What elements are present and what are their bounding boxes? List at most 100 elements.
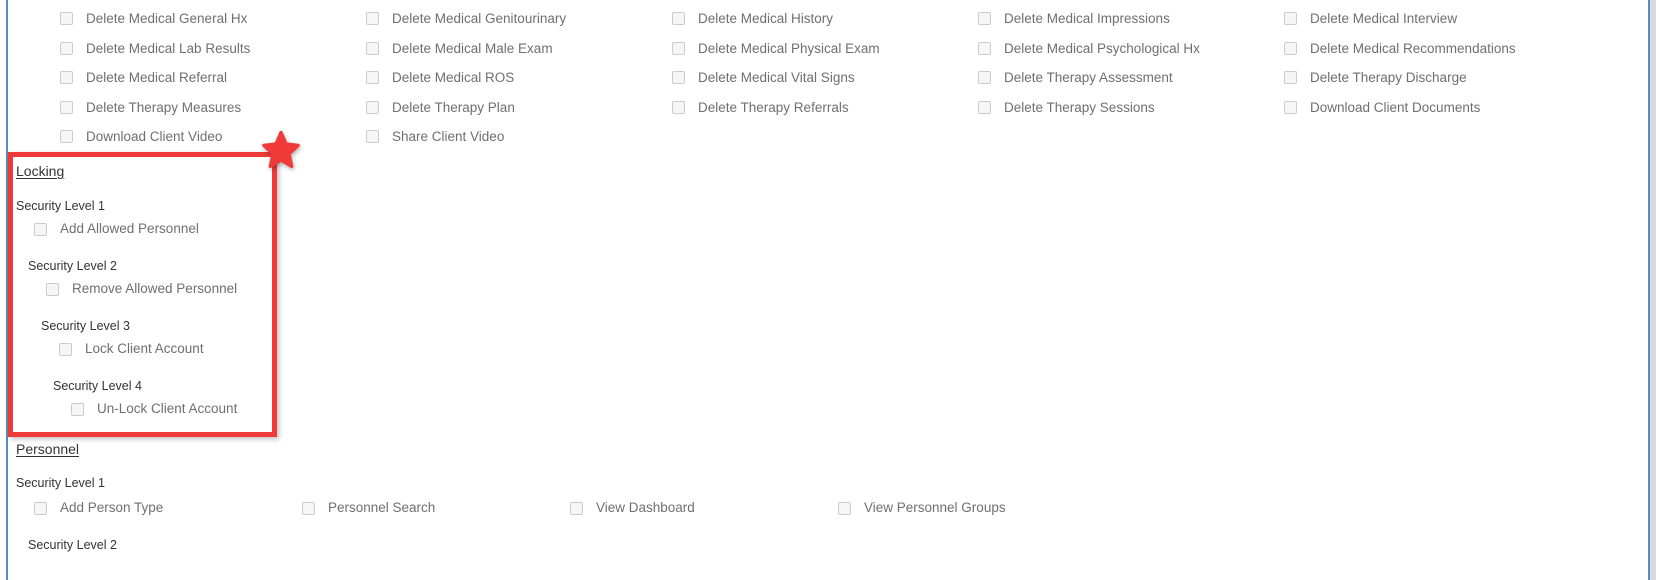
permission-item[interactable]: Personnel Search [302,497,570,519]
permission-checkbox[interactable] [978,12,991,26]
permission-checkbox[interactable] [34,222,47,236]
permission-item[interactable]: View Dashboard [570,497,838,519]
permission-label: Delete Medical Interview [1310,11,1458,26]
permission-label: Delete Medical Physical Exam [698,40,880,56]
permission-checkbox[interactable] [60,130,73,144]
permission-item[interactable]: Delete Therapy Referrals [672,93,978,123]
permissions-page: Delete Medical General Hx Delete Medical … [0,0,1656,580]
permission-checkbox[interactable] [366,130,379,144]
permission-item[interactable]: Delete Medical Male Exam [366,34,672,64]
permission-row: Download Client Video Share Client Video [60,122,1640,152]
permission-checkbox[interactable] [366,41,379,55]
permission-item[interactable]: Delete Therapy Sessions [978,93,1284,123]
permission-checkbox[interactable] [1284,41,1297,55]
permission-item[interactable]: Delete Medical Interview [1284,4,1590,34]
permission-label: Delete Therapy Plan [392,99,515,115]
permission-label: Remove Allowed Personnel [72,281,238,297]
security-level-label: Security Level 2 [28,538,117,552]
permission-row: Delete Medical Lab Results Delete Medical… [60,34,1640,64]
permission-label: Delete Medical ROS [392,70,515,85]
permission-item[interactable]: Share Client Video [366,122,672,152]
locking-security-level-group: Security Level 3 Lock Client Account [16,319,266,359]
permission-checkbox[interactable] [1284,100,1297,114]
locking-security-level-group: Security Level 4 Un-Lock Client Account [16,379,266,419]
permission-item[interactable]: Add Allowed Personnel [34,219,266,239]
permission-item[interactable]: Delete Medical Vital Signs [672,63,978,93]
permission-label: Delete Medical Lab Results [86,40,251,56]
permission-item[interactable]: Delete Therapy Measures [60,93,366,123]
permission-checkbox[interactable] [672,41,685,55]
permission-checkbox[interactable] [302,501,315,515]
permission-label: Personnel Search [328,500,436,516]
permission-item[interactable]: Delete Medical Recommendations [1284,34,1590,64]
permission-checkbox[interactable] [60,41,73,55]
permission-checkbox[interactable] [46,282,59,296]
security-level-label: Security Level 1 [16,476,105,490]
permission-item[interactable]: Delete Medical Physical Exam [672,34,978,64]
permission-checkbox[interactable] [60,12,73,26]
personnel-security-level-group: Security Level 1 Add Person Type Personnel… [16,476,1616,519]
permission-checkbox[interactable] [1284,71,1297,85]
permission-checkbox[interactable] [60,71,73,85]
permission-item[interactable]: Delete Therapy Plan [366,93,672,123]
permission-label: Delete Therapy Assessment [1004,70,1173,85]
permission-checkbox[interactable] [978,100,991,114]
permission-row: Add Person Type Personnel Search View Dash… [34,497,1616,519]
permission-checkbox[interactable] [672,12,685,26]
permission-label: Delete Therapy Measures [86,99,242,115]
personnel-section-title: Personnel [16,441,80,457]
permission-item[interactable]: Delete Medical Lab Results [60,34,366,64]
permission-checkbox[interactable] [672,71,685,85]
permission-checkbox[interactable] [978,41,991,55]
permission-checkbox[interactable] [366,100,379,114]
permission-item[interactable]: Remove Allowed Personnel [46,279,266,299]
permission-label: Delete Therapy Referrals [698,99,849,115]
permission-item[interactable]: Delete Medical Psychological Hx [978,34,1284,64]
permission-item[interactable]: Lock Client Account [59,339,266,359]
security-level-label: Security Level 4 [53,379,142,393]
permission-checkbox[interactable] [1284,12,1297,26]
permission-row: Delete Therapy Measures Delete Therapy Pl… [60,93,1640,123]
permission-item[interactable]: View Personnel Groups [838,497,1106,519]
permission-checkbox[interactable] [366,12,379,26]
permission-checkbox[interactable] [838,501,851,515]
security-level-label: Security Level 3 [41,319,130,333]
security-level-label: Security Level 1 [16,199,105,213]
permission-item[interactable]: Delete Medical ROS [366,63,672,93]
permission-label: Download Client Documents [1310,99,1481,115]
locking-section: Locking Security Level 1 Add Allowed Pers… [16,163,266,419]
permission-label: Delete Medical Psychological Hx [1004,40,1200,56]
permission-label: Add Person Type [60,500,164,516]
permission-item[interactable]: Delete Therapy Assessment [978,63,1284,93]
permission-item[interactable]: Delete Medical Referral [60,63,366,93]
permission-checkbox[interactable] [60,100,73,114]
permission-checkbox[interactable] [34,501,47,515]
permission-checkbox[interactable] [59,342,72,356]
locking-security-level-group: Security Level 1 Add Allowed Personnel [16,199,266,239]
permission-checkbox[interactable] [366,71,379,85]
security-level-label: Security Level 2 [28,259,117,273]
permission-row: Delete Medical General Hx Delete Medical … [60,4,1640,34]
permission-checkbox[interactable] [570,501,583,515]
page-left-border [6,0,8,580]
permission-row: Delete Medical Referral Delete Medical RO… [60,63,1640,93]
permission-item[interactable]: Download Client Video [60,122,366,152]
permission-label: Delete Medical History [698,11,834,26]
permission-label: Lock Client Account [85,341,204,357]
permission-item[interactable]: Download Client Documents [1284,93,1590,123]
permission-label: Delete Medical Genitourinary [392,11,567,26]
permission-checkbox[interactable] [672,100,685,114]
locking-security-level-group: Security Level 2 Remove Allowed Personnel [16,259,266,299]
permission-item[interactable]: Un-Lock Client Account [71,399,266,419]
permission-label: Delete Therapy Discharge [1310,70,1467,85]
permission-item[interactable]: Delete Medical General Hx [60,4,366,34]
permission-checkbox[interactable] [978,71,991,85]
permission-label: Delete Medical Vital Signs [698,70,855,85]
permission-item[interactable]: Delete Therapy Discharge [1284,63,1590,93]
permission-item[interactable]: Delete Medical History [672,4,978,34]
permission-item[interactable]: Delete Medical Impressions [978,4,1284,34]
permission-label: Add Allowed Personnel [60,221,199,237]
permission-item[interactable]: Add Person Type [34,497,302,519]
permission-item[interactable]: Delete Medical Genitourinary [366,4,672,34]
permission-checkbox[interactable] [71,402,84,416]
